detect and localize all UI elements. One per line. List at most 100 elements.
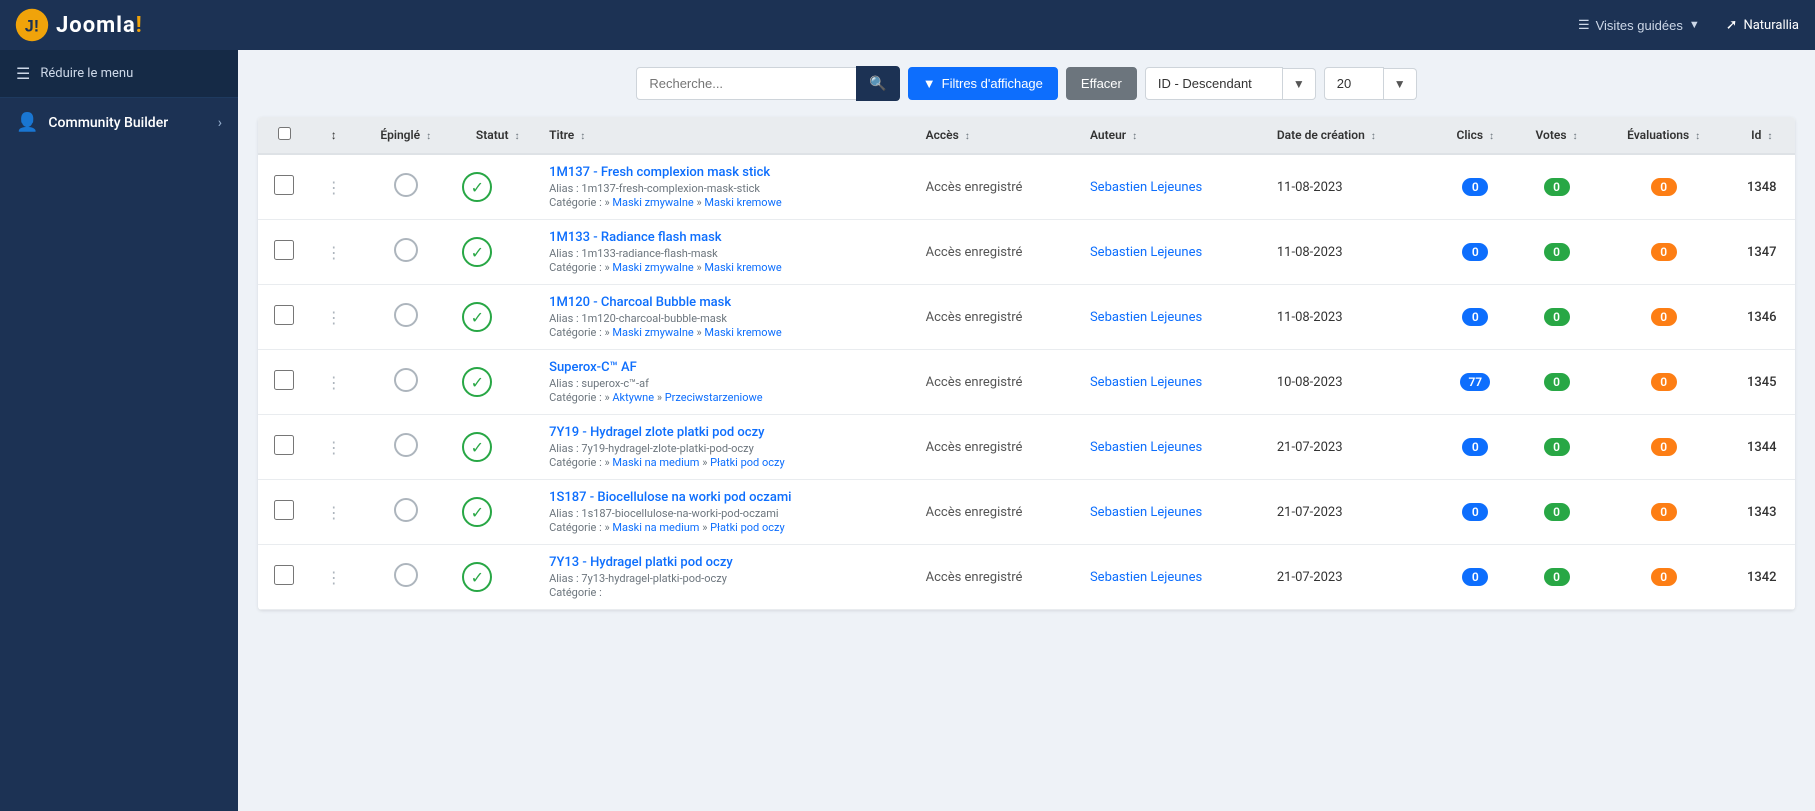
col-id-header[interactable]: Id ↕ (1729, 117, 1796, 154)
row-checkbox[interactable] (274, 435, 294, 455)
drag-handle[interactable]: ⋮ (326, 373, 342, 392)
drag-handle[interactable]: ⋮ (326, 568, 342, 587)
row-title-cell: Superox-C™ AF Alias : superox-c™-af Caté… (541, 350, 918, 415)
row-checkbox-cell (258, 220, 310, 285)
item-title-link[interactable]: 1M133 - Radiance flash mask (549, 230, 722, 245)
row-checkbox[interactable] (274, 175, 294, 195)
row-checkbox[interactable] (274, 565, 294, 585)
search-input[interactable] (636, 67, 856, 100)
filters-button[interactable]: ▼ Filtres d'affichage (908, 67, 1058, 100)
chevron-right-icon: › (218, 115, 222, 131)
user-menu[interactable]: ➚ Naturallia (1726, 17, 1799, 33)
drag-handle[interactable]: ⋮ (326, 243, 342, 262)
cat1-link[interactable]: Aktywne (612, 391, 654, 404)
col-titre-header[interactable]: Titre ↕ (541, 117, 918, 154)
select-all-checkbox[interactable] (278, 127, 291, 140)
cat2-link[interactable]: Przeciwstarzeniowe (665, 391, 763, 404)
cat1-link[interactable]: Maski zmywalne (612, 261, 693, 274)
author-link[interactable]: Sebastien Lejeunes (1090, 440, 1202, 455)
eval-badge: 0 (1651, 438, 1677, 456)
votes-badge: 0 (1544, 503, 1570, 521)
search-button[interactable]: 🔍 (856, 66, 899, 101)
col-clicks-header[interactable]: Clics ↕ (1436, 117, 1514, 154)
row-checkbox[interactable] (274, 305, 294, 325)
row-clicks-cell: 0 (1436, 415, 1514, 480)
cat1-link[interactable]: Maski na medium (612, 456, 699, 469)
sidebar-item-community-builder[interactable]: 👤 Community Builder › (0, 98, 238, 147)
author-link[interactable]: Sebastien Lejeunes (1090, 245, 1202, 260)
cat2-link[interactable]: Płatki pod oczy (710, 456, 785, 469)
author-link[interactable]: Sebastien Lejeunes (1090, 180, 1202, 195)
item-title-link[interactable]: 1M120 - Charcoal Bubble mask (549, 295, 731, 310)
status-check[interactable]: ✓ (462, 497, 492, 527)
col-statut-header[interactable]: Statut ↕ (454, 117, 541, 154)
clear-button[interactable]: Effacer (1066, 67, 1137, 100)
col-access-header[interactable]: Accès ↕ (918, 117, 1082, 154)
per-page-select[interactable]: 20 50 100 All (1324, 67, 1384, 100)
row-checkbox[interactable] (274, 500, 294, 520)
votes-sort-icon: ↕ (1573, 131, 1578, 142)
guided-visits-button[interactable]: ☰ Visites guidées ▼ (1568, 11, 1710, 39)
row-checkbox[interactable] (274, 240, 294, 260)
item-title-link[interactable]: 1M137 - Fresh complexion mask stick (549, 165, 770, 180)
row-checkbox-cell (258, 285, 310, 350)
items-table: ↕ Épinglé ↕ Statut ↕ Titre ↕ (258, 117, 1795, 610)
pin-radio[interactable] (394, 238, 418, 262)
col-votes-header[interactable]: Votes ↕ (1514, 117, 1598, 154)
joomla-logo-icon: J! (14, 7, 50, 43)
eval-sort-icon: ↕ (1695, 131, 1700, 142)
drag-handle[interactable]: ⋮ (326, 178, 342, 197)
sidebar-item-left: 👤 Community Builder (16, 112, 168, 133)
created-label: Date de création (1277, 128, 1365, 142)
pin-radio[interactable] (394, 368, 418, 392)
cat2-link[interactable]: Maski kremowe (704, 261, 781, 274)
status-check[interactable]: ✓ (462, 562, 492, 592)
drag-handle[interactable]: ⋮ (326, 308, 342, 327)
col-eval-header[interactable]: Évaluations ↕ (1599, 117, 1729, 154)
votes-badge: 0 (1544, 308, 1570, 326)
item-title-link[interactable]: 7Y19 - Hydragel zlote platki pod oczy (549, 425, 764, 440)
cat2-link[interactable]: Płatki pod oczy (710, 521, 785, 534)
cat1-link[interactable]: Maski zmywalne (612, 196, 693, 209)
cat1-link[interactable]: Maski na medium (612, 521, 699, 534)
pin-radio[interactable] (394, 563, 418, 587)
status-check[interactable]: ✓ (462, 302, 492, 332)
col-epingle-header[interactable]: Épinglé ↕ (357, 117, 454, 154)
row-drag-cell: ⋮ (310, 285, 357, 350)
row-id-cell: 1348 (1729, 154, 1796, 220)
status-check[interactable]: ✓ (462, 237, 492, 267)
pin-radio[interactable] (394, 303, 418, 327)
author-link[interactable]: Sebastien Lejeunes (1090, 570, 1202, 585)
row-eval-cell: 0 (1599, 545, 1729, 610)
table-row: ⋮ ✓ 1M133 - Radiance flash mask Alias : … (258, 220, 1795, 285)
row-clicks-cell: 0 (1436, 545, 1514, 610)
items-table-wrapper: ↕ Épinglé ↕ Statut ↕ Titre ↕ (258, 117, 1795, 610)
status-check[interactable]: ✓ (462, 172, 492, 202)
author-link[interactable]: Sebastien Lejeunes (1090, 310, 1202, 325)
drag-handle[interactable]: ⋮ (326, 503, 342, 522)
cat1-link[interactable]: Maski zmywalne (612, 326, 693, 339)
status-check[interactable]: ✓ (462, 367, 492, 397)
cat2-link[interactable]: Maski kremowe (704, 196, 781, 209)
item-title-link[interactable]: 1S187 - Biocellulose na worki pod oczami (549, 490, 791, 505)
pin-radio[interactable] (394, 498, 418, 522)
row-access-cell: Accès enregistré (918, 545, 1082, 610)
item-title-link[interactable]: 7Y13 - Hydragel platki pod oczy (549, 555, 733, 570)
col-auteur-header[interactable]: Auteur ↕ (1082, 117, 1269, 154)
pin-radio[interactable] (394, 173, 418, 197)
author-link[interactable]: Sebastien Lejeunes (1090, 505, 1202, 520)
joomla-logo[interactable]: J! Joomla! (14, 7, 143, 43)
drag-handle[interactable]: ⋮ (326, 438, 342, 457)
item-title-link[interactable]: Superox-C™ AF (549, 360, 637, 375)
cat2-link[interactable]: Maski kremowe (704, 326, 781, 339)
pin-radio[interactable] (394, 433, 418, 457)
status-check[interactable]: ✓ (462, 432, 492, 462)
row-status-cell: ✓ (454, 480, 541, 545)
sidebar-reduce-button[interactable]: ☰ Réduire le menu (0, 50, 238, 98)
col-created-header[interactable]: Date de création ↕ (1269, 117, 1436, 154)
item-alias: Alias : 1m120-charcoal-bubble-mask (549, 312, 910, 325)
row-eval-cell: 0 (1599, 285, 1729, 350)
row-checkbox[interactable] (274, 370, 294, 390)
author-link[interactable]: Sebastien Lejeunes (1090, 375, 1202, 390)
sort-select[interactable]: ID - Descendant ID - Ascendant Titre - A… (1145, 67, 1283, 100)
